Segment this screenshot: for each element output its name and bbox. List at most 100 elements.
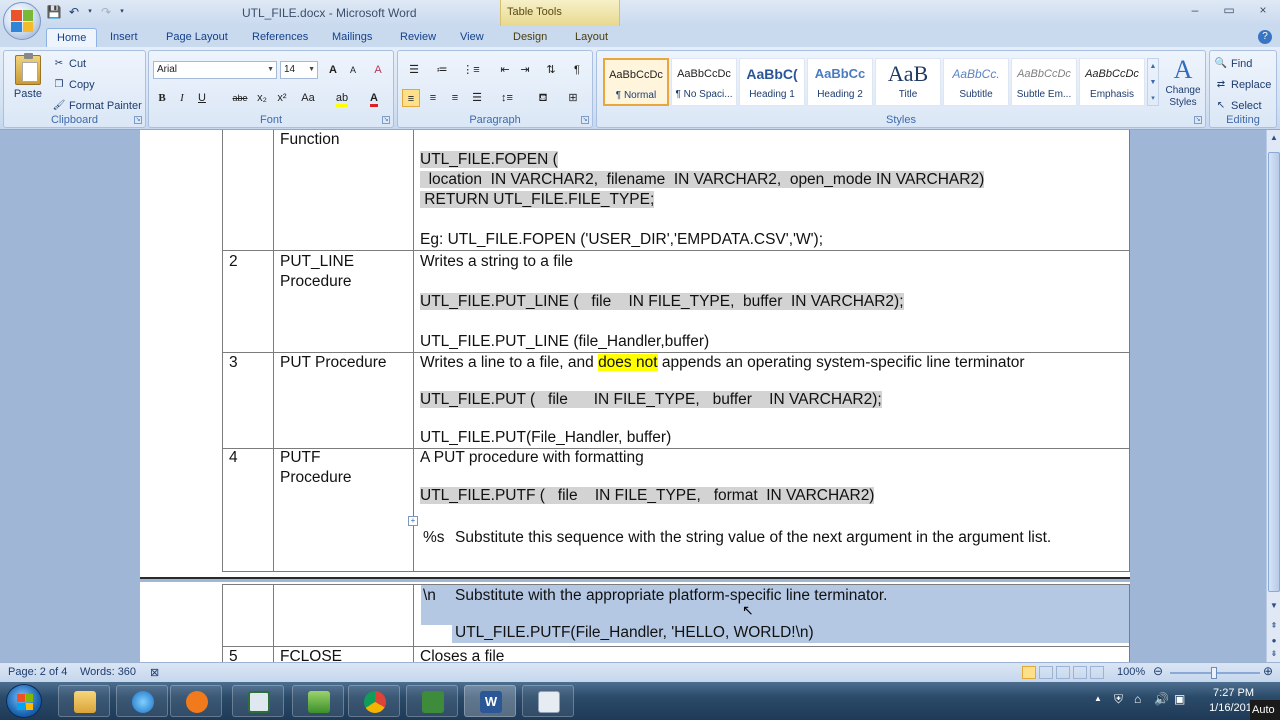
taskbar-window[interactable] [522, 685, 574, 717]
shading-button[interactable]: ⛾ [530, 89, 556, 107]
tray-device-icon[interactable]: ▣ [1174, 692, 1185, 706]
scroll-down-icon[interactable]: ▼ [1268, 600, 1280, 612]
clear-formatting-button[interactable]: A [369, 61, 387, 79]
close-button[interactable]: × [1246, 0, 1280, 22]
taskbar-word[interactable]: W [464, 685, 516, 717]
page-count[interactable]: Page: 2 of 4 [8, 666, 67, 678]
grow-font-button[interactable]: A [324, 61, 342, 79]
word-count[interactable]: Words: 360 [80, 666, 136, 678]
styles-gallery-scroll[interactable]: ▲ ▼ ▾ [1147, 58, 1159, 106]
taskbar-chart-app[interactable] [406, 685, 458, 717]
style-heading-2[interactable]: AaBbCc Heading 2 [807, 58, 873, 106]
next-page-icon[interactable]: ⇟ [1268, 648, 1280, 660]
tab-layout[interactable]: Layout [565, 28, 618, 47]
tab-review[interactable]: Review [390, 28, 446, 47]
outline-icon[interactable] [1073, 666, 1087, 679]
previous-page-icon[interactable]: ⇞ [1268, 620, 1280, 632]
tab-page-layout[interactable]: Page Layout [156, 28, 238, 47]
change-styles-button[interactable]: A Change Styles [1163, 55, 1203, 109]
borders-button[interactable]: ⊞ [560, 89, 586, 107]
show-hidden-icons-icon[interactable]: ▲ [1094, 694, 1102, 703]
taskbar-installer[interactable] [292, 685, 344, 717]
minimize-button[interactable]: – [1178, 0, 1212, 22]
select-button[interactable]: ↖ Select [1214, 99, 1262, 113]
maximize-button[interactable]: ▭ [1212, 0, 1246, 22]
format-painter-button[interactable]: 🖌 Format Painter [52, 99, 142, 113]
document-area[interactable]: Function UTL_FILE.FOPEN ( location IN VA… [0, 130, 1266, 662]
zoom-in-icon[interactable]: ⊕ [1263, 664, 1273, 678]
office-button[interactable] [3, 2, 41, 40]
font-name-combo[interactable]: Arial ▼ [153, 61, 277, 79]
tab-mailings[interactable]: Mailings [322, 28, 382, 47]
style-subtitle[interactable]: AaBbCc. Subtitle [943, 58, 1009, 106]
undo-dropdown-icon[interactable]: ▾ [86, 4, 94, 20]
change-case-button[interactable]: Aa [295, 89, 321, 107]
customize-qat-icon[interactable]: ▾ [118, 4, 126, 20]
sort-button[interactable]: ⇅ [542, 61, 560, 79]
full-screen-reading-icon[interactable] [1039, 666, 1053, 679]
style-title[interactable]: AaB Title [875, 58, 941, 106]
font-size-combo[interactable]: 14 ▼ [280, 61, 318, 79]
align-left-button[interactable]: ≡ [402, 89, 420, 107]
shrink-font-button[interactable]: A [344, 61, 362, 79]
strikethrough-button[interactable]: abe [229, 89, 251, 107]
zoom-out-icon[interactable]: ⊖ [1153, 664, 1163, 678]
browse-object-icon[interactable]: ● [1268, 635, 1280, 647]
font-launcher-icon[interactable]: ↘ [382, 116, 390, 124]
scroll-up-icon[interactable]: ▲ [1268, 132, 1280, 144]
style-emphasis[interactable]: AaBbCcDc Emphasis [1079, 58, 1145, 106]
italic-button[interactable]: I [173, 89, 191, 107]
taskbar-media-player[interactable] [170, 685, 222, 717]
tab-home[interactable]: Home [46, 28, 98, 47]
tab-design[interactable]: Design [503, 28, 557, 47]
paste-button[interactable]: Paste [10, 53, 46, 115]
taskbar-app[interactable] [232, 685, 284, 717]
tab-references[interactable]: References [242, 28, 318, 47]
taskbar-chrome[interactable] [348, 685, 400, 717]
numbering-button[interactable]: ≔ [430, 61, 454, 79]
table-move-handle-icon[interactable]: + [408, 516, 418, 526]
cut-button[interactable]: ✂ Cut [52, 57, 86, 71]
center-button[interactable]: ≡ [424, 89, 442, 107]
page[interactable]: \n Substitute with the appropriate platf… [140, 582, 1130, 662]
find-button[interactable]: 🔍 Find [1214, 57, 1253, 71]
tab-view[interactable]: View [450, 28, 494, 47]
multilevel-list-button[interactable]: ⋮≡ [458, 61, 484, 79]
redo-icon[interactable]: ↷ [98, 4, 114, 20]
zoom-level[interactable]: 100% [1117, 666, 1145, 678]
zoom-slider[interactable] [1170, 667, 1260, 679]
taskbar-ie[interactable] [116, 685, 168, 717]
subscript-button[interactable]: x₂ [253, 89, 271, 107]
taskbar-explorer[interactable] [58, 685, 110, 717]
print-layout-icon[interactable] [1022, 666, 1036, 679]
network-icon[interactable]: ⌂ [1134, 692, 1141, 706]
increase-indent-button[interactable]: ⇥ [516, 61, 534, 79]
tab-insert[interactable]: Insert [100, 28, 148, 47]
proofing-icon[interactable]: ⊠ [150, 666, 159, 679]
copy-button[interactable]: ❐ Copy [52, 78, 95, 92]
style-subtle-emphasis[interactable]: AaBbCcDc Subtle Em... [1011, 58, 1077, 106]
styles-launcher-icon[interactable]: ↘ [1194, 116, 1202, 124]
underline-button[interactable]: U [193, 89, 211, 107]
help-icon[interactable]: ? [1258, 30, 1272, 44]
highlight-button[interactable]: ab [329, 89, 355, 107]
align-right-button[interactable]: ≡ [446, 89, 464, 107]
undo-icon[interactable]: ↶ [66, 4, 82, 20]
paragraph-launcher-icon[interactable]: ↘ [581, 116, 589, 124]
clipboard-launcher-icon[interactable]: ↘ [134, 116, 142, 124]
show-hide-button[interactable]: ¶ [568, 61, 586, 79]
style-heading-1[interactable]: AaBbC(Heading 1 [739, 58, 805, 106]
justify-button[interactable]: ☰ [468, 89, 486, 107]
style-no-spacing[interactable]: AaBbCcDc ¶ No Spaci... [671, 58, 737, 106]
zoom-slider-thumb[interactable] [1211, 667, 1217, 679]
bold-button[interactable]: B [153, 89, 171, 107]
superscript-button[interactable]: x² [273, 89, 291, 107]
save-icon[interactable]: 💾 [46, 4, 62, 20]
scroll-thumb[interactable] [1268, 152, 1280, 592]
style-normal[interactable]: AaBbCcDc ¶ Normal [603, 58, 669, 106]
font-color-button[interactable]: A [361, 89, 387, 107]
bullets-button[interactable]: ☰ [402, 61, 426, 79]
decrease-indent-button[interactable]: ⇤ [496, 61, 514, 79]
line-spacing-button[interactable]: ↕≡ [494, 89, 520, 107]
tray-app-icon[interactable]: ⛨ [1114, 692, 1123, 707]
